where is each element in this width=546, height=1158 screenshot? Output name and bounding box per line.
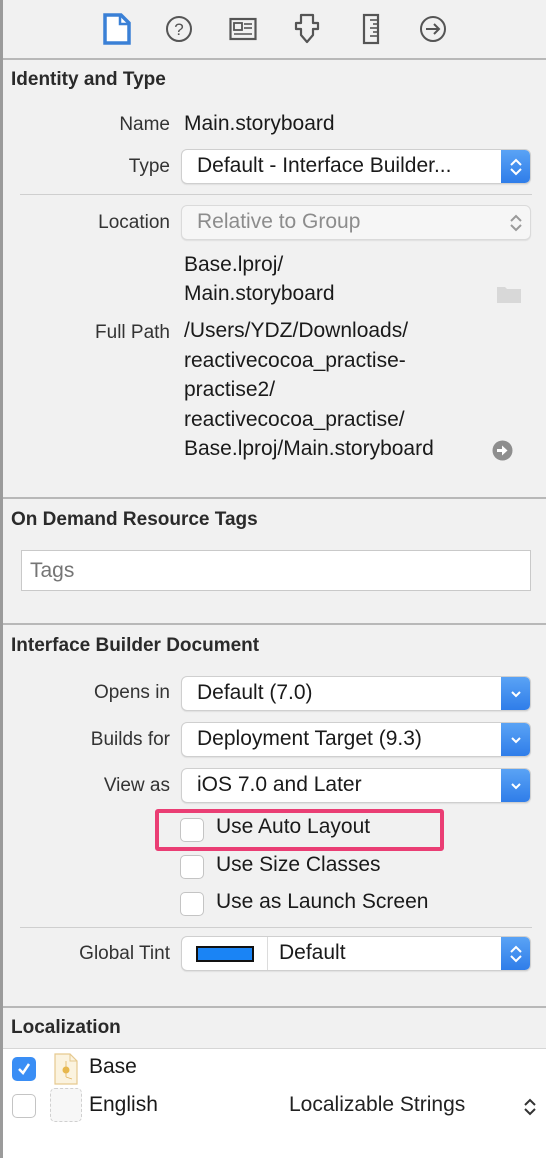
- empty-file-placeholder-icon: [50, 1088, 82, 1122]
- view-as-label: View as: [103, 775, 170, 796]
- list-top-border: [3, 1048, 546, 1049]
- up-down-chevron-icon: [501, 150, 530, 183]
- attributes-inspector-icon[interactable]: [290, 12, 324, 46]
- chevron-down-icon: [501, 769, 530, 802]
- opens-in-popup[interactable]: Default (7.0): [181, 676, 531, 711]
- builds-for-label: Builds for: [90, 729, 170, 750]
- inspector-toolbar: ?: [3, 0, 546, 60]
- localization-section-title: Localization: [11, 1017, 121, 1038]
- up-down-chevron-icon: [501, 937, 530, 970]
- chevron-down-icon: [501, 677, 530, 710]
- global-tint-label: Global Tint: [79, 943, 170, 964]
- full-path-line: /Users/YDZ/Downloads/: [184, 319, 409, 342]
- location-path-line1: Base.lproj/: [184, 253, 284, 276]
- location-label: Location: [98, 212, 170, 233]
- file-inspector-icon[interactable]: [100, 12, 134, 46]
- localization-list: Base English Localizable Strings: [3, 1048, 546, 1158]
- opens-in-value: Default (7.0): [197, 681, 313, 704]
- section-divider: [3, 497, 546, 499]
- builds-for-value: Deployment Target (9.3): [197, 727, 422, 750]
- chevron-down-icon: [501, 723, 530, 756]
- use-as-launch-screen-label[interactable]: Use as Launch Screen: [216, 890, 428, 914]
- ibdoc-divider: [20, 927, 532, 928]
- size-inspector-icon[interactable]: [354, 12, 388, 46]
- full-path-line: practise2/: [184, 378, 276, 401]
- location-popup-value: Relative to Group: [197, 210, 361, 233]
- section-divider: [3, 1006, 546, 1008]
- identity-inspector-icon[interactable]: [226, 12, 260, 46]
- english-localization-checkbox[interactable]: [12, 1094, 36, 1118]
- global-tint-popup[interactable]: Default: [181, 936, 531, 971]
- location-popup[interactable]: Relative to Group: [181, 205, 531, 240]
- use-auto-layout-checkbox[interactable]: [180, 818, 204, 842]
- base-localization-label: Base: [89, 1055, 137, 1078]
- type-popup[interactable]: Default - Interface Builder...: [181, 149, 531, 184]
- use-auto-layout-label[interactable]: Use Auto Layout: [216, 815, 370, 839]
- global-tint-value: Default: [279, 941, 346, 964]
- identity-divider: [20, 194, 532, 195]
- tags-input[interactable]: [21, 550, 531, 591]
- up-down-chevron-icon[interactable]: [523, 1096, 537, 1118]
- full-path-line: reactivecocoa_practise/: [184, 408, 405, 431]
- odr-section-title: On Demand Resource Tags: [11, 509, 258, 530]
- ibdoc-section-title: Interface Builder Document: [11, 635, 260, 656]
- tint-color-swatch[interactable]: [196, 946, 254, 962]
- location-path-line2: Main.storyboard: [184, 282, 335, 305]
- identity-section-title: Identity and Type: [11, 69, 166, 90]
- full-path-line: Base.lproj/Main.storyboard: [184, 437, 434, 460]
- type-popup-value: Default - Interface Builder...: [197, 154, 452, 177]
- connections-inspector-icon[interactable]: [416, 12, 450, 46]
- full-path-label: Full Path: [95, 322, 170, 343]
- folder-icon[interactable]: [496, 284, 522, 304]
- view-as-value: iOS 7.0 and Later: [197, 773, 362, 796]
- svg-text:?: ?: [174, 20, 183, 39]
- swatch-separator: [267, 937, 268, 970]
- english-localization-label: English: [89, 1093, 158, 1116]
- builds-for-popup[interactable]: Deployment Target (9.3): [181, 722, 531, 757]
- type-label: Type: [128, 156, 170, 177]
- full-path-line: reactivecocoa_practise-: [184, 349, 406, 372]
- use-as-launch-screen-checkbox[interactable]: [180, 892, 204, 916]
- base-localization-checkbox[interactable]: [12, 1057, 36, 1081]
- opens-in-label: Opens in: [93, 682, 170, 703]
- storyboard-file-icon: [53, 1053, 79, 1085]
- reveal-in-finder-arrow-icon[interactable]: [492, 440, 513, 461]
- name-value[interactable]: Main.storyboard: [184, 112, 335, 136]
- name-label: Name: [119, 114, 170, 135]
- use-size-classes-label[interactable]: Use Size Classes: [216, 853, 381, 877]
- up-down-chevron-icon: [501, 206, 530, 239]
- section-divider: [3, 623, 546, 625]
- view-as-popup[interactable]: iOS 7.0 and Later: [181, 768, 531, 803]
- use-size-classes-checkbox[interactable]: [180, 855, 204, 879]
- english-localization-type[interactable]: Localizable Strings: [289, 1093, 465, 1117]
- quick-help-icon[interactable]: ?: [162, 12, 196, 46]
